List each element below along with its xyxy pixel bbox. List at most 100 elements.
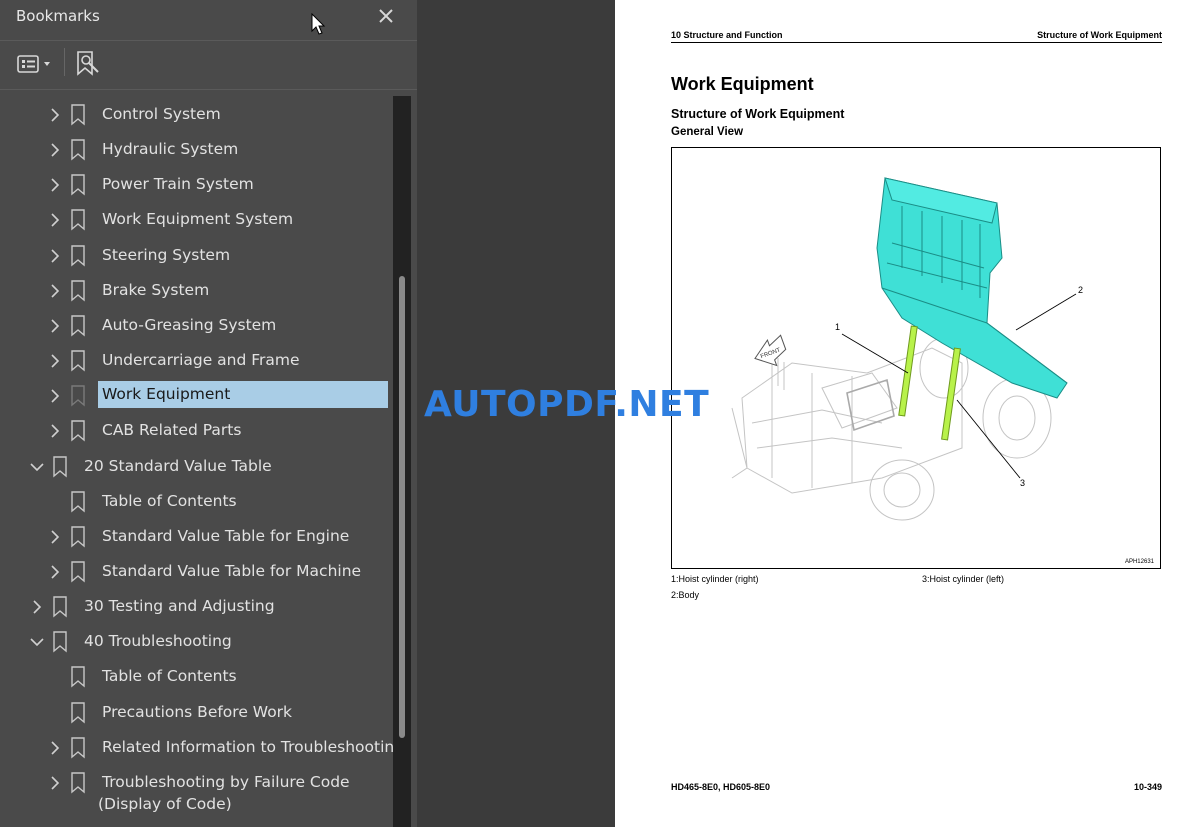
bookmarks-panel: Bookmarks Control System Hydraulic System… <box>0 0 417 827</box>
section-subtitle: Structure of Work Equipment <box>671 107 845 121</box>
bookmark-label: Troubleshooting by Failure Code <box>102 772 350 791</box>
bookmark-icon <box>52 596 68 618</box>
bookmark-label: 40 Troubleshooting <box>84 632 232 651</box>
callout-1: 1 <box>835 322 840 332</box>
bookmark-item[interactable]: Standard Value Table for Engine <box>0 520 393 554</box>
bookmark-icon <box>70 244 86 267</box>
bookmark-label: Standard Value Table for Machine <box>102 561 362 580</box>
chevron-right-icon[interactable] <box>48 107 62 123</box>
chevron-right-icon[interactable] <box>30 599 44 615</box>
bookmark-label: 30 Testing and Adjusting <box>84 597 275 616</box>
bookmark-item[interactable]: Brake System <box>0 274 393 308</box>
chevron-right-icon[interactable] <box>48 318 62 334</box>
bookmark-item[interactable]: Power Train System <box>0 168 393 202</box>
bookmark-label: Steering System <box>102 245 231 264</box>
figure-heading: General View <box>671 126 744 138</box>
bookmarks-toolbar <box>0 41 417 90</box>
chevron-right-icon[interactable] <box>48 142 62 158</box>
chevron-right-icon[interactable] <box>48 353 62 369</box>
bookmark-label: Precautions Before Work <box>102 702 293 721</box>
figure-frame: FRONT 1 2 3 APH12631 <box>671 147 1161 569</box>
chevron-down-icon[interactable] <box>30 459 44 475</box>
bookmark-item[interactable]: CAB Related Parts <box>0 414 393 448</box>
bookmark-icon <box>70 385 86 407</box>
bookmark-icon <box>70 280 86 302</box>
bookmark-item[interactable]: 30 Testing and Adjusting <box>0 590 393 624</box>
section-title: Work Equipment <box>671 74 814 94</box>
close-icon[interactable] <box>375 5 397 27</box>
chevron-right-icon[interactable] <box>48 388 62 404</box>
dump-truck-illustration: FRONT 1 2 3 <box>731 177 1083 521</box>
page-number: 10-349 <box>1133 782 1162 792</box>
bookmark-item[interactable]: Precautions Before Work <box>0 696 393 730</box>
bookmark-item[interactable]: Hydraulic System <box>0 133 393 167</box>
page-footer-model: HD465-8E0, HD605-8E0 <box>671 782 771 792</box>
scrollbar[interactable] <box>393 96 411 827</box>
bookmark-item[interactable]: 20 Standard Value Table <box>0 450 393 484</box>
bookmark-label: Brake System <box>102 280 210 299</box>
bookmark-tree: Control System Hydraulic System Power Trai… <box>0 96 393 827</box>
bookmark-label: Related Information to Troubleshooting <box>102 737 393 756</box>
bookmark-label-continued: (Display of Code) <box>98 794 232 813</box>
bookmark-label: Undercarriage and Frame <box>102 351 300 370</box>
caption-2: 2:Body <box>671 590 700 600</box>
chevron-down-icon[interactable] <box>30 634 44 650</box>
chevron-right-icon[interactable] <box>48 740 62 756</box>
bookmark-item[interactable]: Table of Contents <box>0 660 393 694</box>
bookmark-label: Hydraulic System <box>102 140 239 159</box>
bookmark-item[interactable]: Steering System <box>0 239 393 273</box>
chevron-right-icon[interactable] <box>48 775 62 791</box>
bookmark-icon <box>70 139 86 161</box>
toolbar-separator <box>64 48 65 76</box>
chevron-right-icon[interactable] <box>48 423 62 439</box>
chevron-right-icon[interactable] <box>48 564 62 580</box>
bookmark-label: CAB Related Parts <box>102 421 242 440</box>
bookmark-label: Power Train System <box>102 175 254 194</box>
figure-code: APH12631 <box>1124 559 1154 565</box>
bookmark-item[interactable]: Troubleshooting by Failure Code (Display … <box>0 766 393 816</box>
bookmark-icon <box>70 315 86 337</box>
chevron-right-icon[interactable] <box>48 177 62 193</box>
bookmark-icon <box>70 490 86 513</box>
bookmark-icon <box>70 772 86 794</box>
chevron-right-icon[interactable] <box>48 212 62 228</box>
chevron-right-icon[interactable] <box>48 529 62 545</box>
bookmark-label: Auto-Greasing System <box>102 315 277 334</box>
bookmark-label: 20 Standard Value Table <box>84 456 272 475</box>
page-header-left: 10 Structure and Function <box>671 30 783 40</box>
bookmark-label: Table of Contents <box>102 491 237 510</box>
bookmark-item[interactable]: Related Information to Troubleshooting <box>0 731 393 765</box>
scrollbar-thumb[interactable] <box>399 276 405 738</box>
bookmark-icon <box>70 209 86 231</box>
list-options-icon[interactable] <box>16 49 54 79</box>
chevron-right-icon[interactable] <box>48 283 62 299</box>
bookmark-item[interactable]: Work Equipment <box>0 379 393 413</box>
bookmark-icon <box>70 561 86 583</box>
bookmark-icon <box>70 736 86 759</box>
bookmark-label: Control System <box>102 105 221 123</box>
panel-header: Bookmarks <box>0 0 417 41</box>
bookmark-label: Work Equipment <box>98 381 388 409</box>
bookmark-item[interactable]: Standard Value Table for Machine <box>0 555 393 589</box>
bookmark-label: Work Equipment System <box>102 210 294 229</box>
header-rule <box>671 42 1162 43</box>
bookmark-item[interactable]: Undercarriage and Frame <box>0 344 393 378</box>
watermark: AUTOPDF.NET <box>424 384 710 425</box>
bookmark-icon <box>70 666 86 688</box>
bookmark-icon <box>52 631 68 653</box>
bookmark-item[interactable]: Auto-Greasing System <box>0 309 393 343</box>
page-header-right: Structure of Work Equipment <box>1037 30 1162 40</box>
bookmark-label: Table of Contents <box>102 667 237 686</box>
bookmark-icon <box>70 350 86 372</box>
caption-1: 1:Hoist cylinder (right) <box>671 574 759 584</box>
bookmark-item[interactable]: 40 Troubleshooting <box>0 625 393 659</box>
chevron-right-icon[interactable] <box>48 248 62 264</box>
bookmark-icon <box>70 174 86 196</box>
bookmark-item[interactable]: Work Equipment System <box>0 203 393 237</box>
bookmark-icon <box>70 420 86 442</box>
bookmark-icon <box>70 526 86 548</box>
bookmark-item[interactable]: Control System <box>0 98 393 132</box>
bookmark-icon <box>70 701 86 724</box>
bookmark-item[interactable]: Table of Contents <box>0 485 393 519</box>
bookmark-search-icon[interactable] <box>74 49 102 79</box>
